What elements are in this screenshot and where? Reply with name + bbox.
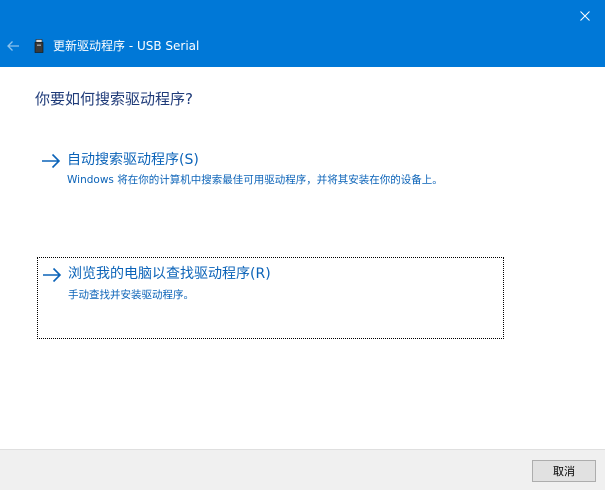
cancel-button[interactable]: 取消	[532, 460, 596, 482]
browse-computer-description: 手动查找并安装驱动程序。	[68, 289, 194, 301]
page-heading: 你要如何搜索驱动程序?	[35, 90, 193, 108]
arrow-right-icon	[43, 267, 62, 283]
search-automatically-option[interactable]: 自动搜索驱动程序(S) Windows 将在你的计算机中搜索最佳可用驱动程序，并…	[37, 146, 504, 194]
search-automatically-title: 自动搜索驱动程序(S)	[67, 152, 199, 168]
footer-bar: 取消	[0, 449, 605, 490]
browse-computer-title: 浏览我的电脑以查找驱动程序(R)	[68, 266, 271, 282]
browse-computer-option[interactable]: 浏览我的电脑以查找驱动程序(R) 手动查找并安装驱动程序。	[37, 257, 504, 339]
title-bar: 更新驱动程序 - USB Serial	[0, 0, 605, 67]
arrow-right-icon	[42, 153, 61, 169]
back-arrow-icon	[7, 41, 19, 51]
window-title: 更新驱动程序 - USB Serial	[53, 39, 200, 53]
close-button[interactable]	[565, 0, 605, 32]
search-automatically-description: Windows 将在你的计算机中搜索最佳可用驱动程序，并将其安装在你的设备上。	[67, 174, 443, 186]
back-button[interactable]	[4, 36, 22, 56]
usb-device-icon	[34, 39, 44, 53]
close-icon	[580, 11, 590, 21]
